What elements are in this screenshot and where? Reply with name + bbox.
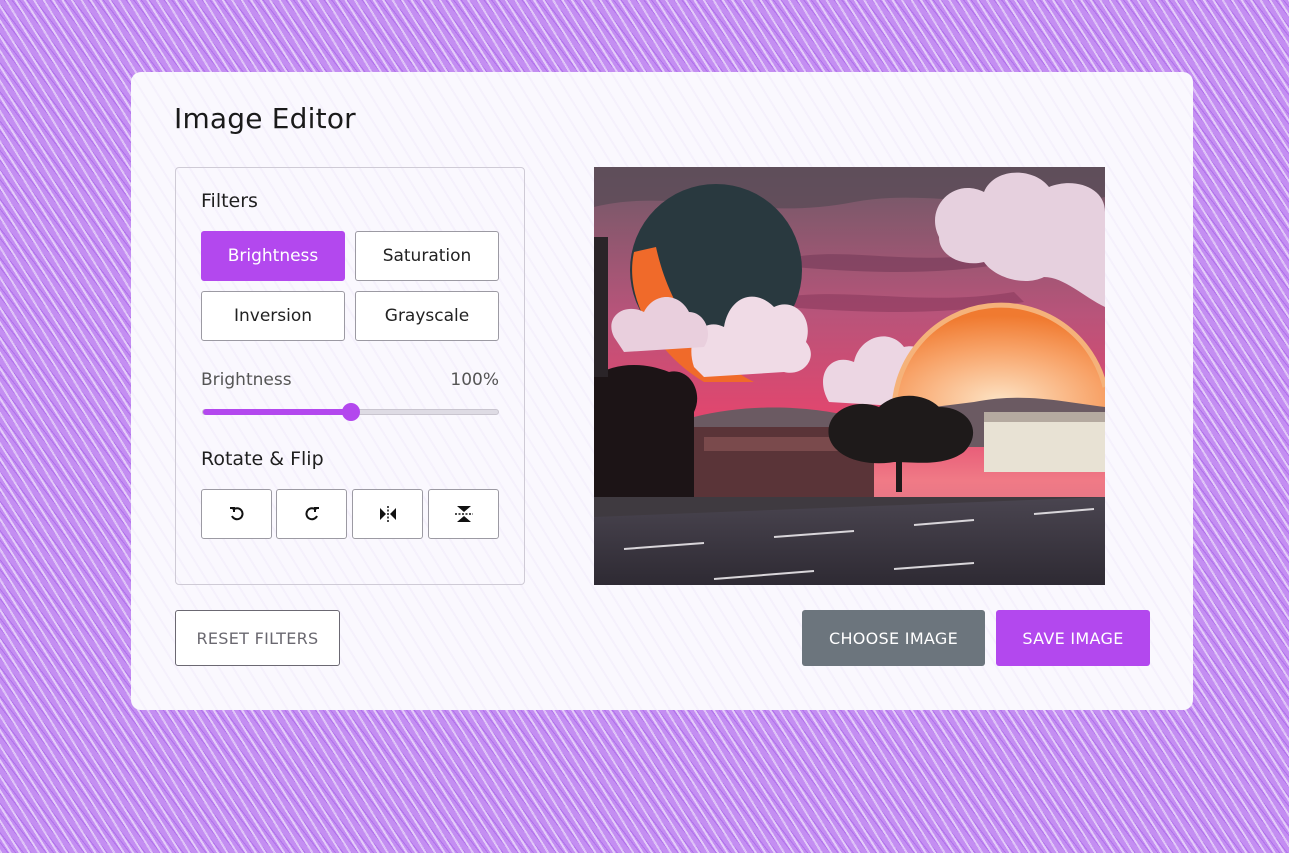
flip-vertical-icon bbox=[454, 506, 473, 522]
filters-heading: Filters bbox=[201, 190, 258, 212]
save-image-button[interactable]: SAVE IMAGE bbox=[996, 610, 1150, 666]
rotate-flip-heading: Rotate & Flip bbox=[201, 448, 324, 470]
brightness-slider[interactable] bbox=[202, 403, 499, 421]
reset-filters-button[interactable]: RESET FILTERS bbox=[175, 610, 340, 666]
rotate-left-button[interactable] bbox=[201, 489, 272, 539]
slider-value: 100% bbox=[450, 370, 499, 390]
filter-saturation-button[interactable]: Saturation bbox=[355, 231, 499, 281]
filter-brightness-button[interactable]: Brightness bbox=[201, 231, 345, 281]
rotate-right-button[interactable] bbox=[276, 489, 347, 539]
flip-horizontal-icon bbox=[379, 506, 396, 522]
controls-panel: Filters Brightness Saturation Inversion … bbox=[175, 167, 525, 585]
slider-fill bbox=[203, 409, 351, 415]
image-preview bbox=[594, 167, 1105, 585]
filter-grayscale-button[interactable]: Grayscale bbox=[355, 291, 499, 341]
slider-thumb[interactable] bbox=[341, 403, 360, 421]
rotate-left-icon bbox=[229, 507, 244, 521]
page-title: Image Editor bbox=[174, 102, 356, 135]
flip-vertical-button[interactable] bbox=[428, 489, 499, 539]
filter-inversion-button[interactable]: Inversion bbox=[201, 291, 345, 341]
choose-image-button[interactable]: CHOOSE IMAGE bbox=[802, 610, 985, 666]
rotate-right-icon bbox=[304, 507, 319, 521]
editor-card: Image Editor Filters Brightness Saturati… bbox=[131, 72, 1193, 710]
preview-image bbox=[594, 167, 1105, 585]
slider-label: Brightness bbox=[201, 370, 292, 390]
flip-horizontal-button[interactable] bbox=[352, 489, 423, 539]
